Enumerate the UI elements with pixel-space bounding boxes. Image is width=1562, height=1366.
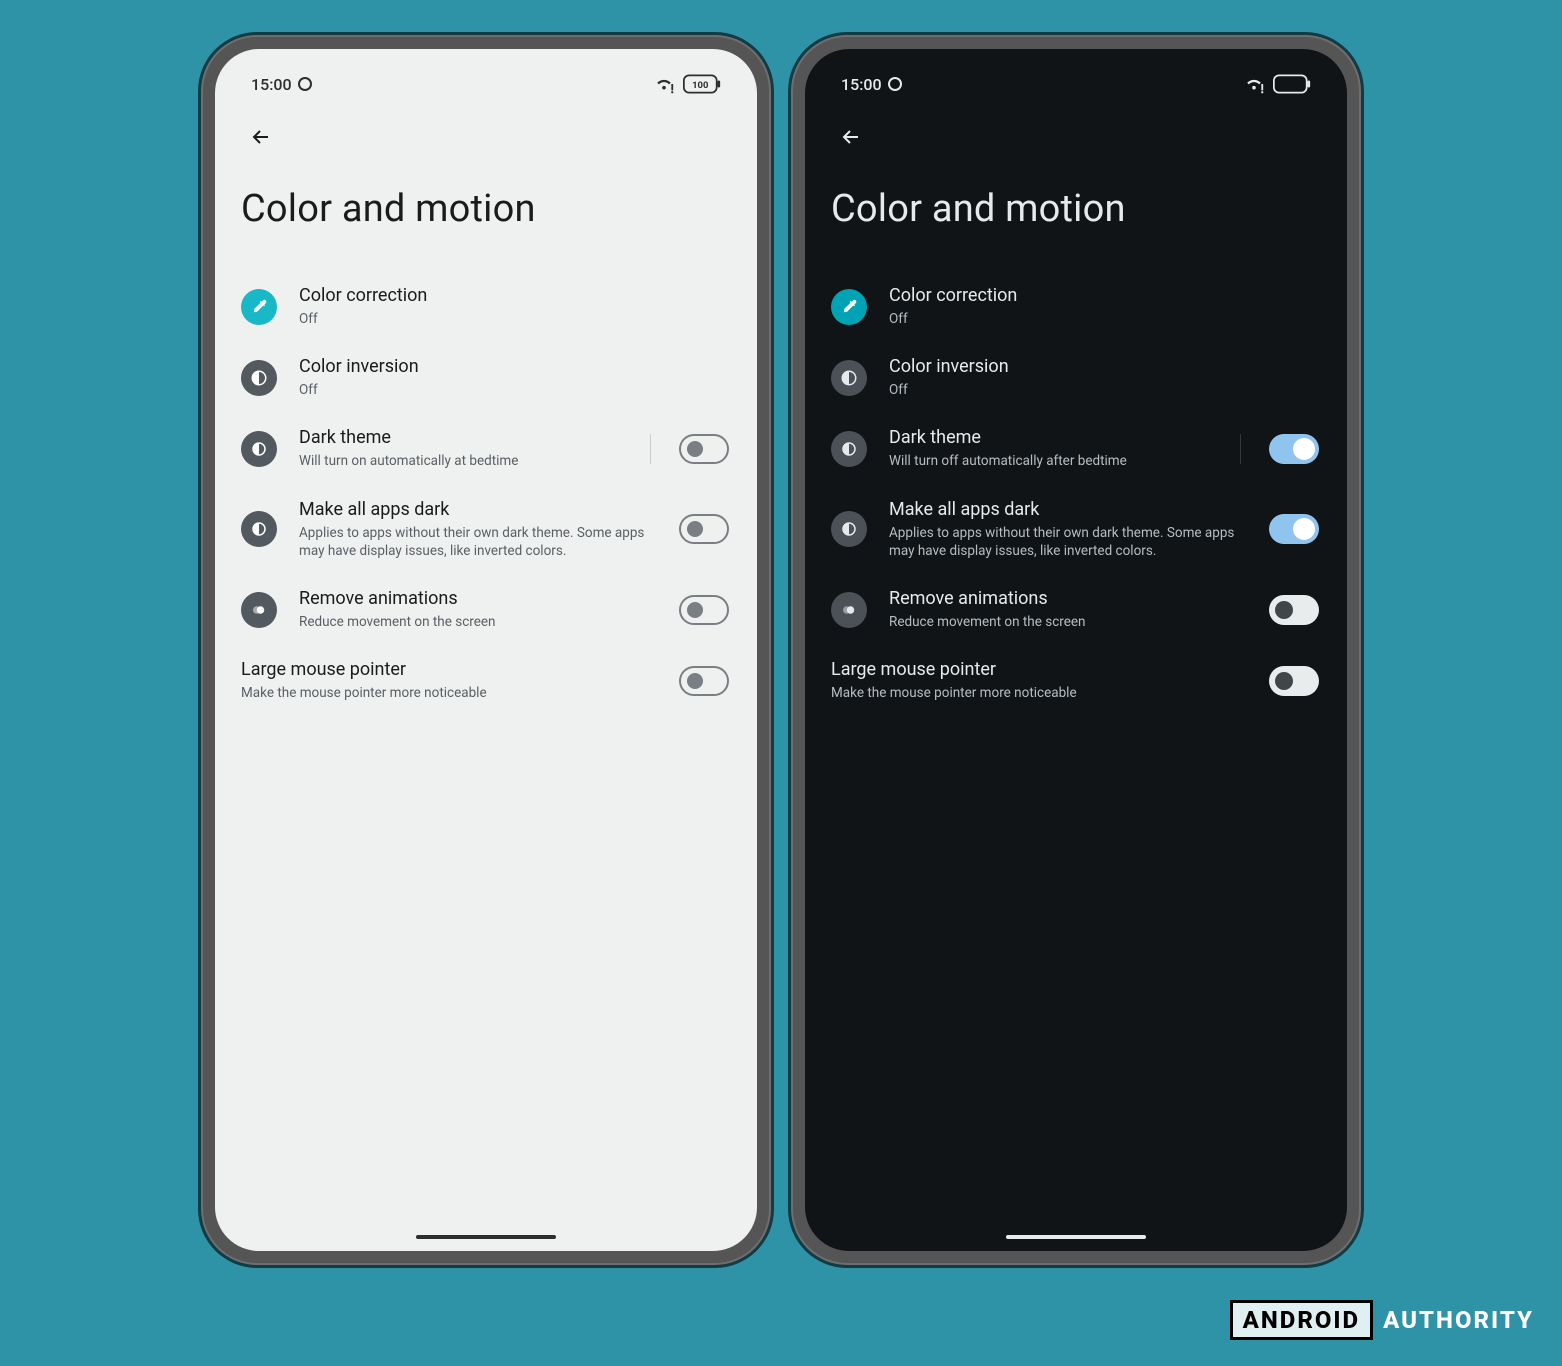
color-correction-sub: Off — [889, 310, 1319, 328]
dark-theme-toggle[interactable] — [679, 434, 729, 464]
color-inversion-label: Color inversion — [299, 356, 729, 377]
row-remove-animations[interactable]: Remove animations Reduce movement on the… — [233, 574, 739, 645]
screen: 15:00 Color and motion — [805, 49, 1347, 1251]
status-time: 15:00 — [251, 75, 292, 94]
dark-theme-icon — [241, 431, 277, 467]
back-button[interactable] — [831, 117, 871, 157]
home-indicator[interactable] — [1006, 1235, 1146, 1239]
battery-icon — [1273, 74, 1311, 94]
dnd-icon — [888, 77, 902, 91]
animations-icon — [241, 592, 277, 628]
apps-dark-icon — [241, 511, 277, 547]
animations-icon — [831, 592, 867, 628]
remove-animations-toggle[interactable] — [679, 595, 729, 625]
row-large-mouse-pointer[interactable]: Large mouse pointer Make the mouse point… — [233, 645, 739, 716]
watermark: ANDROID AUTHORITY — [1230, 1300, 1534, 1340]
dnd-icon — [298, 77, 312, 91]
color-inversion-sub: Off — [299, 381, 729, 399]
color-correction-label: Color correction — [889, 285, 1319, 306]
dark-theme-sub: Will turn off automatically after bedtim… — [889, 452, 1212, 470]
row-make-all-apps-dark[interactable]: Make all apps dark Applies to apps witho… — [823, 485, 1329, 574]
row-color-correction[interactable]: Color correction Off — [233, 271, 739, 342]
eyedropper-icon — [241, 289, 277, 325]
dark-theme-label: Dark theme — [889, 427, 1212, 448]
make-all-apps-dark-sub: Applies to apps without their own dark t… — [299, 524, 657, 560]
status-time: 15:00 — [841, 75, 882, 94]
row-color-inversion[interactable]: Color inversion Off — [233, 342, 739, 413]
status-bar: 15:00 — [823, 67, 1329, 101]
page-title: Color and motion — [233, 187, 739, 271]
large-mouse-pointer-toggle[interactable] — [1269, 666, 1319, 696]
apps-dark-icon — [831, 511, 867, 547]
contrast-icon — [831, 360, 867, 396]
divider — [1240, 434, 1241, 464]
row-make-all-apps-dark[interactable]: Make all apps dark Applies to apps witho… — [233, 485, 739, 574]
make-all-apps-dark-toggle[interactable] — [679, 514, 729, 544]
dark-theme-sub: Will turn on automatically at bedtime — [299, 452, 622, 470]
large-mouse-pointer-sub: Make the mouse pointer more noticeable — [241, 684, 657, 702]
watermark-plain: AUTHORITY — [1383, 1306, 1534, 1334]
battery-icon: 100 — [683, 74, 721, 94]
row-color-inversion[interactable]: Color inversion Off — [823, 342, 1329, 413]
make-all-apps-dark-sub: Applies to apps without their own dark t… — [889, 524, 1247, 560]
watermark-boxed: ANDROID — [1230, 1300, 1373, 1340]
make-all-apps-dark-label: Make all apps dark — [889, 499, 1247, 520]
wifi-icon — [1243, 73, 1265, 95]
home-indicator[interactable] — [416, 1235, 556, 1239]
divider — [650, 434, 651, 464]
row-remove-animations[interactable]: Remove animations Reduce movement on the… — [823, 574, 1329, 645]
row-dark-theme[interactable]: Dark theme Will turn on automatically at… — [233, 413, 739, 484]
remove-animations-label: Remove animations — [889, 588, 1247, 609]
settings-list: Color correction Off Color inversion Off — [233, 271, 739, 717]
color-correction-label: Color correction — [299, 285, 729, 306]
large-mouse-pointer-toggle[interactable] — [679, 666, 729, 696]
large-mouse-pointer-label: Large mouse pointer — [831, 659, 1247, 680]
wifi-icon — [653, 73, 675, 95]
row-dark-theme[interactable]: Dark theme Will turn off automatically a… — [823, 413, 1329, 484]
remove-animations-sub: Reduce movement on the screen — [889, 613, 1247, 631]
row-color-correction[interactable]: Color correction Off — [823, 271, 1329, 342]
back-button[interactable] — [241, 117, 281, 157]
large-mouse-pointer-sub: Make the mouse pointer more noticeable — [831, 684, 1247, 702]
phone-mock-dark: 15:00 Color and motion — [791, 35, 1361, 1265]
dark-theme-toggle[interactable] — [1269, 434, 1319, 464]
remove-animations-sub: Reduce movement on the screen — [299, 613, 657, 631]
large-mouse-pointer-label: Large mouse pointer — [241, 659, 657, 680]
color-inversion-sub: Off — [889, 381, 1319, 399]
page-title: Color and motion — [823, 187, 1329, 271]
dark-theme-label: Dark theme — [299, 427, 622, 448]
remove-animations-toggle[interactable] — [1269, 595, 1319, 625]
row-large-mouse-pointer[interactable]: Large mouse pointer Make the mouse point… — [823, 645, 1329, 716]
remove-animations-label: Remove animations — [299, 588, 657, 609]
color-inversion-label: Color inversion — [889, 356, 1319, 377]
status-bar: 15:00 100 — [233, 67, 739, 101]
contrast-icon — [241, 360, 277, 396]
svg-text:100: 100 — [692, 80, 709, 91]
eyedropper-icon — [831, 289, 867, 325]
phone-mock-light: 15:00 100 Color and motion — [201, 35, 771, 1265]
make-all-apps-dark-label: Make all apps dark — [299, 499, 657, 520]
make-all-apps-dark-toggle[interactable] — [1269, 514, 1319, 544]
dark-theme-icon — [831, 431, 867, 467]
color-correction-sub: Off — [299, 310, 729, 328]
settings-list: Color correction Off Color inversion Off — [823, 271, 1329, 717]
screen: 15:00 100 Color and motion — [215, 49, 757, 1251]
